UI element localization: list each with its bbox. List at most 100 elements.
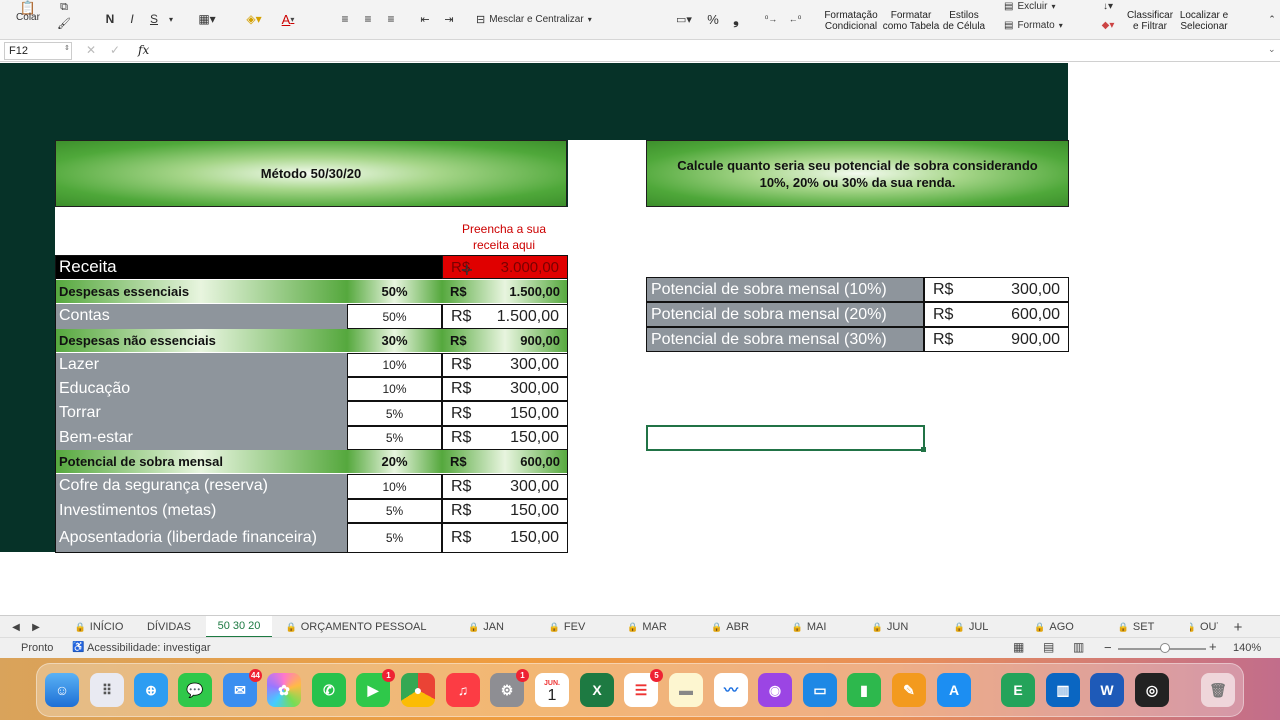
finder-icon[interactable]: ☺ bbox=[45, 673, 79, 707]
potential-amount[interactable]: R$ 900,00 bbox=[924, 327, 1069, 352]
messages-icon[interactable]: 💬 bbox=[178, 673, 212, 707]
sheet-tab[interactable]: 🔒 OUT bbox=[1190, 616, 1218, 638]
percent-button[interactable]: % bbox=[704, 10, 722, 28]
sheet-tab[interactable]: 🔒 JAN bbox=[462, 616, 510, 638]
thousands-separator-button[interactable]: ❟ bbox=[728, 10, 744, 28]
evernote-icon[interactable]: E bbox=[1001, 673, 1035, 707]
percent-cell[interactable]: 5% bbox=[347, 499, 442, 523]
sheet-tab[interactable]: 🔒 JUL bbox=[947, 616, 995, 638]
trello-icon[interactable]: ▥ bbox=[1046, 673, 1080, 707]
align-center-icon[interactable]: ≡ bbox=[359, 10, 377, 28]
borders-icon[interactable]: ▦▾ bbox=[194, 10, 220, 28]
conditional-formatting-button[interactable]: Formatação Condicional bbox=[820, 10, 882, 32]
potential-label[interactable]: Potencial de sobra mensal (20%) bbox=[646, 302, 924, 327]
format-as-table-button[interactable]: Formatar como Tabela bbox=[880, 10, 942, 32]
reminders-icon[interactable]: ☰ 5 bbox=[624, 669, 663, 707]
potential-label[interactable]: Potencial de sobra mensal (10%) bbox=[646, 277, 924, 302]
percent-cell[interactable]: 5% bbox=[347, 426, 442, 450]
collapse-ribbon-icon[interactable]: ⌃ bbox=[1266, 10, 1278, 28]
amount-cell[interactable]: R$ 300,00 bbox=[442, 353, 568, 377]
format-painter-icon[interactable]: 🖌 bbox=[54, 16, 74, 30]
freeform-icon[interactable]: 〰 bbox=[714, 673, 748, 707]
word-icon[interactable]: W bbox=[1090, 673, 1124, 707]
expense-label[interactable]: Investimentos (metas) bbox=[55, 499, 347, 523]
delete-cells-button[interactable]: ▤ Excluir ▾ bbox=[1004, 0, 1074, 12]
music-icon[interactable]: ♫ bbox=[446, 673, 480, 707]
format-cells-button[interactable]: ▤ Formato ▾ bbox=[1004, 18, 1078, 32]
accessibility-status[interactable]: Acessibilidade: investigar bbox=[87, 642, 211, 654]
numbers-icon[interactable]: ▮ bbox=[847, 673, 881, 707]
section-label[interactable]: Despesas não essenciais bbox=[55, 329, 347, 353]
percent-cell[interactable]: 50% bbox=[347, 280, 442, 304]
merge-center-button[interactable]: ⊟ Mesclar e Centralizar ▾ bbox=[476, 10, 606, 28]
notes-icon[interactable]: ▬ bbox=[669, 673, 703, 707]
expense-label[interactable]: Bem-estar bbox=[55, 426, 347, 450]
percent-cell[interactable]: 5% bbox=[347, 523, 442, 553]
next-sheet-icon[interactable]: ▶ bbox=[28, 616, 44, 638]
decrease-indent-icon[interactable]: ⇤ bbox=[416, 10, 434, 28]
name-box-dropdown-icon[interactable]: ⇕ bbox=[64, 44, 70, 52]
obs-icon[interactable]: ◎ bbox=[1135, 673, 1169, 707]
expand-formula-icon[interactable]: ⌄ bbox=[1268, 44, 1276, 55]
name-box[interactable]: F12 bbox=[4, 42, 72, 60]
expense-label[interactable]: Aposentadoria (liberdade financeira) bbox=[55, 523, 347, 553]
expense-label[interactable]: Cofre da segurança (reserva) bbox=[55, 474, 347, 499]
amount-cell[interactable]: R$ 150,00 bbox=[442, 426, 568, 450]
percent-cell[interactable]: 10% bbox=[347, 377, 442, 401]
add-sheet-button[interactable]: + bbox=[1228, 616, 1248, 638]
zoom-slider-thumb[interactable] bbox=[1160, 643, 1170, 653]
expense-label[interactable]: Lazer bbox=[55, 353, 347, 377]
trash-icon[interactable]: 🗑 bbox=[1201, 673, 1235, 707]
sheet-tab[interactable]: 🔒 MAI bbox=[785, 616, 833, 638]
zoom-in-button[interactable]: + bbox=[1209, 639, 1217, 654]
photos-icon[interactable]: ✿ bbox=[267, 673, 301, 707]
currency-format-icon[interactable]: ▭▾ bbox=[670, 10, 698, 28]
expense-label[interactable]: Educação bbox=[55, 377, 347, 401]
clear-eraser-icon[interactable]: ◆▾ bbox=[1094, 18, 1122, 32]
increase-decimal-icon[interactable]: ⁰→ bbox=[762, 10, 780, 28]
app-store-icon[interactable]: A bbox=[937, 673, 971, 707]
launchpad-icon[interactable]: ⠿ bbox=[90, 673, 124, 707]
sheet-tab[interactable]: 🔒 INÍCIO bbox=[70, 616, 128, 638]
sheet-tab[interactable]: 🔒 AGO bbox=[1028, 616, 1080, 638]
percent-cell[interactable]: 10% bbox=[347, 474, 442, 499]
percent-cell[interactable]: 5% bbox=[347, 401, 442, 426]
insert-function-button[interactable]: fx bbox=[138, 43, 149, 57]
expense-label[interactable]: Contas bbox=[55, 304, 347, 329]
sheet-tab[interactable]: 50 30 20 bbox=[206, 616, 272, 638]
sheet-tab[interactable]: 🔒 SET bbox=[1110, 616, 1162, 638]
amount-cell[interactable]: R$ 1.500,00 bbox=[442, 304, 568, 329]
sheet-tab[interactable]: DÍVIDAS bbox=[140, 616, 198, 638]
bold-button[interactable]: N bbox=[102, 10, 118, 28]
percent-cell[interactable]: 20% bbox=[347, 450, 442, 474]
confirm-icon[interactable]: ✓ bbox=[110, 43, 120, 57]
find-select-button[interactable]: Localizar e Selecionar bbox=[1176, 10, 1232, 32]
safari-icon[interactable]: ⊕ bbox=[134, 673, 168, 707]
potential-label[interactable]: Potencial de sobra mensal (30%) bbox=[646, 327, 924, 352]
expense-label[interactable]: Torrar bbox=[55, 401, 347, 426]
align-left-icon[interactable]: ≡ bbox=[336, 10, 354, 28]
sheet-tab[interactable]: 🔒 FEV bbox=[543, 616, 591, 638]
chrome-icon[interactable]: ● bbox=[401, 673, 435, 707]
sheet-tab[interactable]: 🔒 MAR bbox=[623, 616, 671, 638]
amount-cell[interactable]: R$ 150,00 bbox=[442, 523, 568, 553]
keynote-icon[interactable]: ▭ bbox=[803, 673, 837, 707]
zoom-level[interactable]: 140% bbox=[1233, 642, 1261, 654]
copy-icon[interactable]: ⧉ bbox=[54, 0, 74, 14]
page-break-icon[interactable]: ▥ bbox=[1073, 640, 1084, 654]
amount-cell[interactable]: R$ 1.500,00 bbox=[442, 280, 568, 304]
amount-cell[interactable]: R$ 600,00 bbox=[442, 450, 568, 474]
chevron-down-icon[interactable]: ▾ bbox=[166, 10, 176, 28]
zoom-out-button[interactable]: − bbox=[1104, 640, 1112, 655]
amount-cell[interactable]: R$ 150,00 bbox=[442, 499, 568, 523]
cancel-icon[interactable]: ✕ bbox=[86, 43, 96, 57]
mail-icon[interactable]: ✉ 44 bbox=[223, 669, 262, 707]
amount-cell[interactable]: R$ 300,00 bbox=[442, 377, 568, 401]
normal-view-icon[interactable]: ▦ bbox=[1013, 640, 1024, 654]
pages-icon[interactable]: ✎ bbox=[892, 673, 926, 707]
sort-filter-button[interactable]: Classificar e Filtrar bbox=[1124, 10, 1176, 32]
potential-amount[interactable]: R$ 300,00 bbox=[924, 277, 1069, 302]
amount-cell[interactable]: R$ 300,00 bbox=[442, 474, 568, 499]
fill-color-icon[interactable]: ◈▾ bbox=[240, 10, 268, 28]
font-color-button[interactable]: A ▾ bbox=[274, 10, 302, 28]
